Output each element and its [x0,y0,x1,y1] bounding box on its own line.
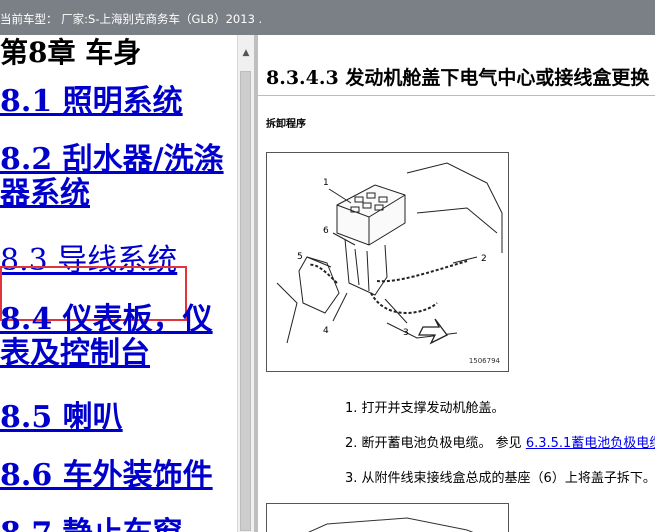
step-1: 1. 打开并支撑发动机舱盖。 [345,397,505,416]
toc-item-8-7[interactable]: 8.7 静止车窗 [0,517,183,532]
engine-compartment-figure: 1 2 3 4 5 6 1506794 [266,152,509,372]
step-text: 从附件线束接线盒总成的基座（6）上将盖子拆下。 [361,471,655,486]
toc-item-label[interactable]: 8.6 车外装饰件 [0,458,213,493]
toc-item-8-4[interactable]: 8.4 仪表板，仪表及控制台 [0,303,235,371]
vehicle-info-text: 当前车型： 厂家:S-上海别克商务车（GL8）2013 . [0,12,263,26]
callout-label: 2 [481,254,487,264]
section-title: 8.3.4.3 发动机舱盖下电气中心或接线盒更换 [266,67,650,89]
toc-item-label[interactable]: 8.1 照明系统 [0,84,183,119]
toc-pane[interactable]: 第8章 车身 8.1 照明系统 8.2 刮水器/洗涤器系统 8.3 导线系统 8… [0,35,237,532]
callout-label: 6 [323,226,329,236]
step-number: 1. [345,401,358,416]
step-3: 3. 从附件线束接线盒总成的基座（6）上将盖子拆下。 [345,467,655,486]
second-figure [266,503,509,532]
step-2: 2. 断开蓄电池负极电缆。 参见 6.3.5.1蓄电池负极电缆断开/连接 [345,432,655,451]
triangle-up-icon[interactable]: ▲ [238,45,254,61]
toc-item-8-5[interactable]: 8.5 喇叭 [0,401,123,435]
toc-item-label[interactable]: 8.2 刮水器/洗涤器系统 [0,142,224,211]
scroll-thumb[interactable] [240,71,251,531]
content-pane[interactable]: 8.3.4.3 发动机舱盖下电气中心或接线盒更换 拆卸程序 1 2 3 4 5 … [258,35,655,532]
toc-item-label[interactable]: 8.4 仪表板，仪表及控制台 [0,302,213,371]
toc-item-8-6[interactable]: 8.6 车外装饰件 [0,459,213,493]
toc-item-label[interactable]: 8.5 喇叭 [0,400,123,435]
procedure-subtitle: 拆卸程序 [266,119,306,130]
vehicle-info-bar: 当前车型： 厂家:S-上海别克商务车（GL8）2013 . [0,0,655,35]
callout-label: 4 [323,326,329,336]
diagram-fragment-icon [308,517,474,532]
step-text: 打开并支撑发动机舱盖。 [361,401,505,416]
callout-label: 1 [323,178,329,188]
toc-item-8-1[interactable]: 8.1 照明系统 [0,85,183,119]
toc-scrollbar[interactable]: ▲ [237,35,254,532]
chapter-heading: 第8章 车身 [0,36,142,69]
callout-label: 5 [297,252,303,262]
battery-cable-link[interactable]: 6.3.5.1蓄电池负极电缆断开/连接 [526,436,655,451]
toc-item-8-2[interactable]: 8.2 刮水器/洗涤器系统 [0,143,235,211]
toc-item-label[interactable]: 8.7 静止车窗 [0,516,183,532]
title-divider [258,95,655,96]
step-number: 2. [345,436,358,451]
step-text: 断开蓄电池负极电缆。 参见 [361,436,522,451]
engine-diagram-icon: 1 2 3 4 5 6 [276,162,503,345]
callout-label: 3 [403,328,409,338]
step-number: 3. [345,471,358,486]
figure-id: 1506794 [468,357,500,365]
